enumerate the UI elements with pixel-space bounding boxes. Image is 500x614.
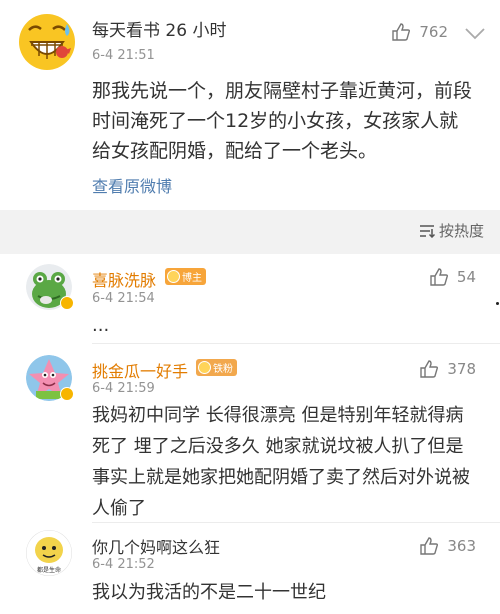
like-button[interactable]: 54: [429, 267, 476, 287]
view-original-link[interactable]: 查看原微博: [92, 173, 172, 197]
username[interactable]: 挑金瓜一好手: [92, 358, 188, 382]
like-button[interactable]: 762: [391, 22, 448, 42]
medal-icon: [198, 361, 211, 374]
avatar[interactable]: [17, 12, 77, 72]
timestamp: 6-4 21:52: [92, 557, 155, 572]
thumbs-up-icon: [430, 268, 448, 286]
like-count: 378: [447, 360, 476, 378]
like-button[interactable]: 378: [419, 359, 476, 379]
comment-text: ...: [92, 315, 110, 336]
thumbs-up-icon: [420, 537, 439, 555]
timestamp: 6-4 21:54: [92, 291, 155, 306]
username[interactable]: 每天看书 26 小时: [92, 16, 226, 41]
face-meme-avatar-icon: 都是生命: [26, 530, 72, 576]
sort-label: 按热度: [438, 222, 484, 240]
divider: [92, 522, 500, 523]
like-button[interactable]: 363: [419, 536, 476, 556]
thumbs-up-icon: [420, 360, 439, 378]
grinning-face-emoji-icon: [19, 14, 75, 70]
more-options-icon[interactable]: [464, 26, 486, 40]
timestamp: 6-4 21:51: [92, 48, 155, 63]
like-count: 762: [419, 23, 448, 41]
verified-badge-icon: [60, 387, 74, 401]
sort-by-popularity-button[interactable]: 按热度: [419, 220, 484, 241]
timestamp: 6-4 21:59: [92, 381, 155, 396]
like-count: 363: [447, 537, 476, 555]
thumbs-up-icon: [392, 23, 411, 41]
username[interactable]: 喜脉洗脉: [92, 267, 156, 291]
sort-bar: 按热度: [0, 210, 500, 254]
comment-text: 我以为我活的不是二十一世纪: [92, 582, 326, 603]
like-count: 54: [456, 268, 476, 286]
comment-text: 那我先说一个，朋友隔壁村子靠近黄河，前段时间淹死了一个12岁的小女孩，女孩家人就…: [92, 80, 473, 162]
avatar-caption: 都是生命: [37, 566, 61, 574]
author-badge: 博主: [165, 268, 206, 285]
crown-icon: [167, 270, 180, 283]
verified-badge-icon: [60, 296, 74, 310]
sort-icon: [419, 224, 435, 238]
avatar[interactable]: 都是生命: [26, 530, 72, 576]
scrollbar-indicator: [496, 302, 499, 305]
top-comment: 每天看书 26 小时 6-4 21:51 762 那我先说一个，朋友隔壁村子靠近…: [0, 0, 500, 210]
comment-text: 我妈初中同学 长得很漂亮 但是特别年轻就得病死了 埋了之后没多久 她家就说坟被人…: [92, 405, 470, 519]
fan-badge: 铁粉: [196, 359, 237, 376]
username[interactable]: 你几个妈啊这么狂: [92, 534, 220, 558]
divider: [92, 343, 500, 344]
